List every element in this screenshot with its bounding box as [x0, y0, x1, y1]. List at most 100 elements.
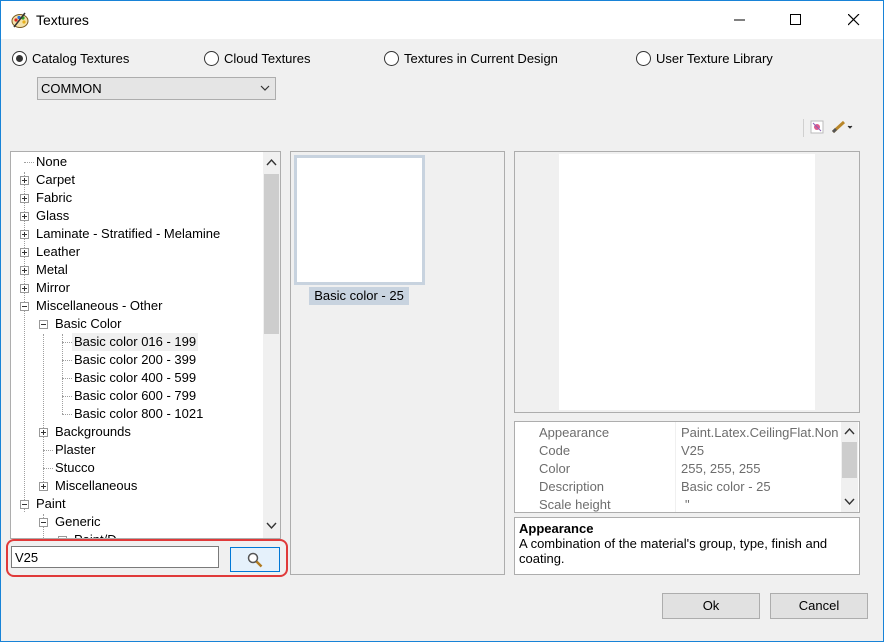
tree-guide-line [43, 334, 44, 484]
close-button[interactable] [831, 1, 877, 39]
ok-button[interactable]: Ok [662, 593, 760, 619]
property-row-appearance[interactable]: Appearance Paint.Latex.CeilingFlat.Non [515, 424, 841, 442]
expand-icon[interactable] [20, 284, 29, 293]
search-button[interactable] [230, 547, 280, 572]
title-bar: Textures [1, 1, 883, 39]
tree-item-label: Basic Color [55, 316, 122, 331]
property-name: Color [539, 461, 571, 476]
radio-label: User Texture Library [656, 51, 773, 66]
texture-settings-icon[interactable] [809, 119, 825, 138]
expand-icon[interactable] [39, 482, 48, 491]
textures-dialog: Textures Catalog Textures Cloud Textures… [0, 0, 884, 642]
tree-item-label: Miscellaneous [55, 478, 138, 493]
tree-item-label: Plaster [55, 442, 96, 457]
tree-guide-line [62, 342, 72, 343]
property-value: 255, 255, 255 [681, 461, 761, 476]
property-row-scale-height[interactable]: Scale height " [515, 496, 841, 512]
texture-thumbnail-caption[interactable]: Basic color - 25 [309, 287, 409, 305]
tree-item-label: Basic color 200 - 399 [74, 352, 197, 367]
property-row-description[interactable]: Description Basic color - 25 [515, 478, 841, 496]
tree-guide-line [62, 360, 72, 361]
expand-icon[interactable] [20, 266, 29, 275]
tree-item-label: Carpet [36, 172, 76, 187]
property-grid-scrollbar[interactable] [841, 422, 858, 512]
collapse-icon[interactable] [20, 302, 29, 311]
catalog-select[interactable]: COMMON [37, 77, 276, 100]
scroll-up-icon[interactable] [844, 427, 855, 435]
tree-item-label: Miscellaneous - Other [36, 298, 163, 313]
property-row-color[interactable]: Color 255, 255, 255 [515, 460, 841, 478]
collapse-icon[interactable] [39, 320, 48, 329]
scroll-down-icon[interactable] [266, 522, 277, 530]
tree-guide-line [24, 162, 34, 163]
radio-circle [204, 51, 219, 66]
property-name: Scale height [539, 497, 611, 512]
property-value: V25 [681, 443, 705, 458]
scroll-down-icon[interactable] [844, 498, 855, 506]
property-value: " [685, 497, 690, 512]
expand-icon[interactable] [20, 212, 29, 221]
collapse-icon[interactable] [39, 518, 48, 527]
radio-dot [16, 55, 23, 62]
property-description-panel: Appearance A combination of the material… [514, 517, 860, 575]
tree-guide-line [24, 172, 25, 512]
tree-item-label: Paint [36, 496, 66, 511]
tree-scrollbar[interactable] [263, 152, 280, 538]
expand-icon[interactable] [20, 194, 29, 203]
radio-circle [636, 51, 651, 66]
tree-item-label: Basic color 600 - 799 [74, 388, 197, 403]
texture-category-tree[interactable]: None Carpet Fabric Glass Laminate - Stra… [10, 151, 281, 539]
tree-guide-line [62, 378, 72, 379]
property-name: Description [539, 479, 605, 494]
description-text: A combination of the material's group, t… [519, 536, 828, 566]
minimize-icon [734, 19, 745, 21]
window-title: Textures [36, 12, 89, 28]
paint-palette-icon [11, 11, 29, 29]
scroll-thumb[interactable] [842, 442, 857, 478]
expand-icon[interactable] [20, 176, 29, 185]
description-title: Appearance [519, 521, 594, 536]
scroll-thumb[interactable] [264, 174, 279, 334]
tree-item-label: Stucco [55, 460, 95, 475]
chevron-down-icon [260, 85, 270, 91]
tree-guide-line [62, 396, 72, 397]
tree-guide-line [43, 450, 53, 451]
magnifier-icon [247, 552, 263, 568]
expand-icon[interactable] [20, 230, 29, 239]
tree-guide-line [62, 334, 63, 414]
property-row-code[interactable]: Code V25 [515, 442, 841, 460]
tree-item-label: Basic color 400 - 599 [74, 370, 197, 385]
collapse-icon[interactable] [20, 500, 29, 509]
close-icon [848, 14, 860, 26]
maximize-button[interactable] [773, 1, 819, 39]
tree-item-label: Mirror [36, 280, 70, 295]
radio-label: Cloud Textures [224, 51, 311, 66]
expand-icon[interactable] [20, 248, 29, 257]
radio-circle [12, 51, 27, 66]
radio-circle [384, 51, 399, 66]
property-value: Paint.Latex.CeilingFlat.Non [681, 425, 839, 440]
toolbar-separator [803, 119, 804, 137]
property-grid[interactable]: Appearance Paint.Latex.CeilingFlat.Non C… [514, 421, 860, 513]
property-value: Basic color - 25 [681, 479, 771, 494]
tree-item-label: Paint/D... [74, 531, 127, 538]
tree-guide-line [43, 468, 53, 469]
tree-item-label: Basic color 016 - 199 [72, 333, 199, 351]
tree-item-label: Fabric [36, 190, 73, 205]
minimize-button[interactable] [717, 1, 763, 39]
tree-guide-line [62, 414, 72, 415]
maximize-icon [790, 14, 801, 25]
texture-thumbnail[interactable] [294, 155, 425, 285]
radio-label: Catalog Textures [32, 51, 130, 66]
texture-preview-image [559, 154, 815, 410]
brush-dropdown-icon[interactable] [831, 119, 855, 138]
cancel-button[interactable]: Cancel [770, 593, 868, 619]
expand-icon[interactable] [39, 428, 48, 437]
catalog-select-value: COMMON [41, 81, 102, 96]
tree-item-label: Metal [36, 262, 68, 277]
tree-item-label: Glass [36, 208, 70, 223]
tree-item-label: Generic [55, 514, 101, 529]
search-input[interactable] [11, 546, 219, 568]
tree-item-label: Backgrounds [55, 424, 131, 439]
scroll-up-icon[interactable] [266, 158, 277, 166]
